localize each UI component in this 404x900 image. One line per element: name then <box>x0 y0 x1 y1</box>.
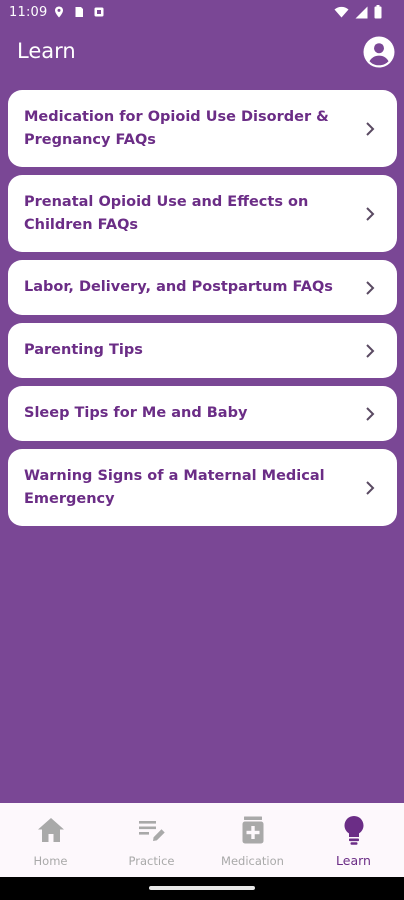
nav-item-medication[interactable]: Medication <box>202 803 303 877</box>
topic-card-sleep-tips[interactable]: Sleep Tips for Me and Baby <box>8 386 397 441</box>
practice-icon <box>138 821 165 841</box>
topic-card-parenting-tips[interactable]: Parenting Tips <box>8 323 397 378</box>
chevron-right-icon <box>366 280 375 295</box>
lightbulb-icon <box>344 816 363 845</box>
topic-card-label: Prenatal Opioid Use and Effects on Child… <box>24 193 309 233</box>
wifi-icon <box>334 6 349 22</box>
page-title: Learn <box>17 39 76 63</box>
nav-label: Medication <box>221 854 284 868</box>
nav-label: Home <box>33 854 68 868</box>
status-time: 11:09 <box>9 5 48 20</box>
cellular-signal-icon <box>355 6 368 23</box>
topic-card-mat-pregnancy-faqs[interactable]: Medication for Opioid Use Disorder & Pre… <box>8 90 397 167</box>
profile-button[interactable] <box>363 36 395 68</box>
system-status-icons <box>334 5 382 23</box>
system-gesture-bar <box>0 877 404 900</box>
app-bar: Learn <box>0 26 404 78</box>
nav-item-practice[interactable]: Practice <box>101 803 202 877</box>
battery-icon <box>374 5 382 23</box>
nav-label: Learn <box>336 853 371 868</box>
medication-icon <box>242 816 263 844</box>
chevron-right-icon <box>366 121 375 136</box>
location-notification-icon <box>53 6 65 18</box>
topic-card-label: Warning Signs of a Maternal Medical Emer… <box>24 467 325 507</box>
nav-item-home[interactable]: Home <box>0 803 101 877</box>
chevron-right-icon <box>366 343 375 358</box>
chevron-right-icon <box>366 480 375 495</box>
nav-item-learn[interactable]: Learn <box>303 803 404 877</box>
notification-icons <box>53 6 105 18</box>
topic-card-label: Sleep Tips for Me and Baby <box>24 405 248 421</box>
status-bar: 11:09 <box>0 0 404 26</box>
topic-card-label: Medication for Opioid Use Disorder & Pre… <box>24 108 329 148</box>
topic-card-warning-signs[interactable]: Warning Signs of a Maternal Medical Emer… <box>8 449 397 526</box>
home-gesture-handle[interactable] <box>149 886 255 890</box>
topic-card-label: Labor, Delivery, and Postpartum FAQs <box>24 279 333 295</box>
account-circle-icon <box>363 36 395 68</box>
topic-card-prenatal-opioid-faqs[interactable]: Prenatal Opioid Use and Effects on Child… <box>8 175 397 252</box>
topic-card-label: Parenting Tips <box>24 342 143 358</box>
chevron-right-icon <box>366 206 375 221</box>
topic-card-labor-delivery-faqs[interactable]: Labor, Delivery, and Postpartum FAQs <box>8 260 397 315</box>
chevron-right-icon <box>366 406 375 421</box>
app-notification-icon <box>93 6 105 18</box>
bottom-nav: Home Practice Medication Learn <box>0 803 404 877</box>
sim-notification-icon <box>73 6 85 18</box>
home-icon <box>37 818 64 842</box>
nav-label: Practice <box>128 854 175 868</box>
